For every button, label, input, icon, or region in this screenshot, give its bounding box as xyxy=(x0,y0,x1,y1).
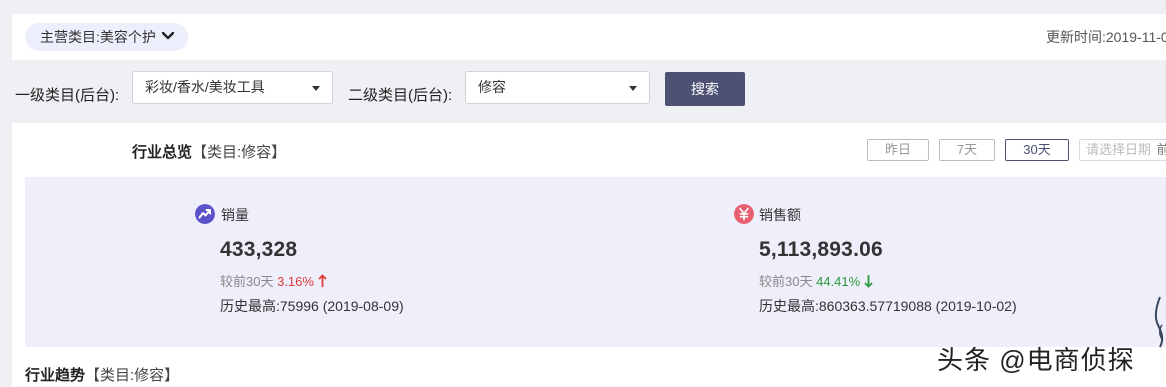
range-7days-button[interactable]: 7天 xyxy=(939,139,995,161)
arrow-up-icon xyxy=(317,274,327,287)
trend-title: 行业趋势【类目:修容】 xyxy=(25,367,180,384)
sales-volume-compare: 较前30天 3.16% xyxy=(220,271,327,290)
arrow-down-icon xyxy=(864,275,873,288)
chevron-down-icon xyxy=(161,31,175,40)
sales-volume-label: 销量 xyxy=(221,207,249,223)
date-placeholder: 请选择日期 xyxy=(1086,142,1152,157)
update-time: 更新时间:2019-11-0 xyxy=(1046,29,1166,45)
range-30days-button[interactable]: 30天 xyxy=(1005,139,1069,161)
level1-category-label: 一级类目(后台): xyxy=(15,87,120,104)
level2-category-label: 二级类目(后台): xyxy=(348,87,453,104)
sales-volume-value: 433,328 xyxy=(220,238,298,261)
sales-volume-history: 历史最高:75996 (2019-08-09) xyxy=(220,298,404,314)
decorative-figure-icon xyxy=(1154,296,1164,348)
date-fragment: 前 xyxy=(1157,142,1166,157)
dropdown-caret-icon xyxy=(312,86,320,91)
watermark: 头条 @电商侦探 xyxy=(937,345,1135,375)
sales-volume-change: 3.16% xyxy=(277,274,314,289)
level1-category-value: 彩妆/香水/美妆工具 xyxy=(145,79,265,95)
level1-category-select[interactable]: 彩妆/香水/美妆工具 xyxy=(132,71,333,104)
main-category-label: 主营类目:美容个护 xyxy=(40,29,156,45)
level2-category-select[interactable]: 修容 xyxy=(465,71,650,104)
stats-panel xyxy=(25,177,1166,347)
trend-icon xyxy=(195,204,215,224)
sales-amount-history: 历史最高:860363.57719088 (2019-10-02) xyxy=(759,298,1017,314)
main-category-selector[interactable]: 主营类目:美容个护 xyxy=(25,23,188,51)
sales-volume-metric xyxy=(195,204,215,229)
sales-amount-value: 5,113,893.06 xyxy=(759,238,883,261)
trend-subtitle: 【类目:修容】 xyxy=(85,367,180,384)
dropdown-caret-icon xyxy=(629,86,637,91)
sales-amount-metric xyxy=(734,204,754,229)
level2-category-value: 修容 xyxy=(478,79,506,95)
date-picker-input[interactable]: 请选择日期 前 xyxy=(1079,139,1166,161)
yen-icon xyxy=(734,204,754,224)
search-button[interactable]: 搜索 xyxy=(665,72,745,106)
overview-title: 行业总览【类目:修容】 xyxy=(132,144,287,161)
overview-subtitle: 【类目:修容】 xyxy=(192,144,287,161)
sales-amount-label: 销售额 xyxy=(759,207,801,223)
range-yesterday-button[interactable]: 昨日 xyxy=(867,139,929,161)
sales-amount-change: 44.41% xyxy=(816,274,861,289)
sales-amount-compare: 较前30天 44.41% xyxy=(759,271,873,290)
